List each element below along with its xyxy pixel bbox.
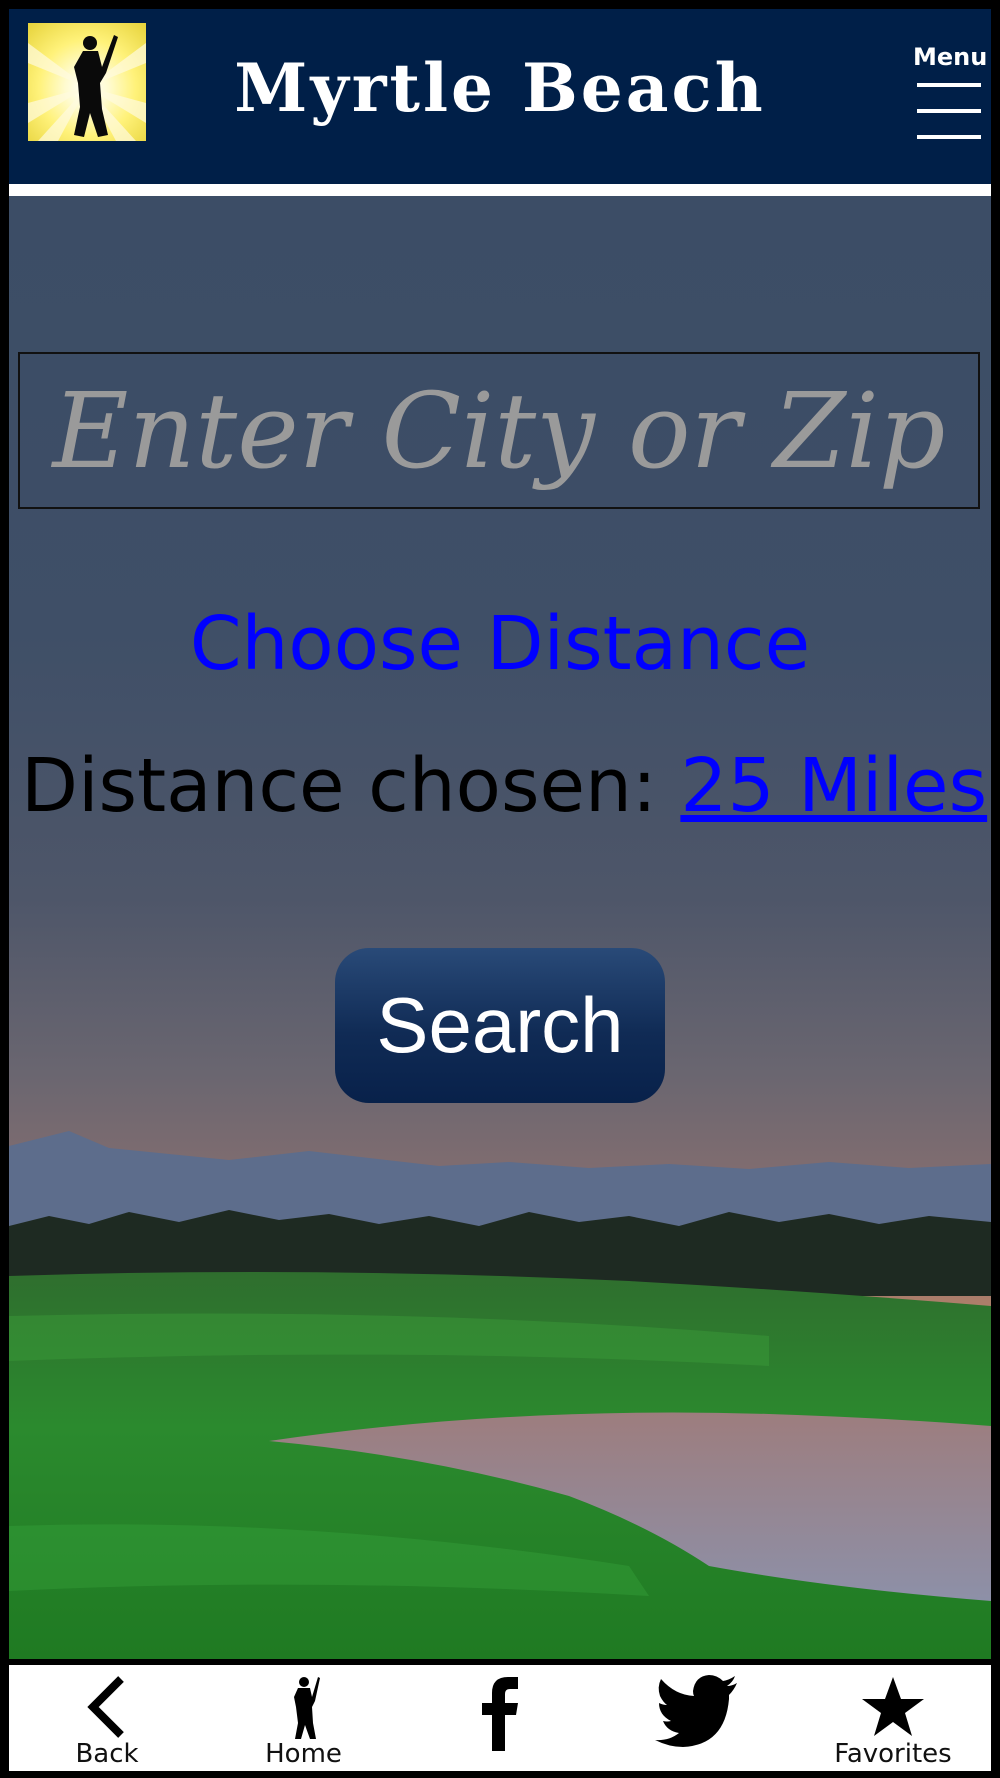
chevron-left-icon <box>87 1676 124 1738</box>
star-icon <box>862 1677 924 1736</box>
twitter-icon <box>654 1675 737 1747</box>
header-bar: Myrtle Beach Menu <box>9 9 991 184</box>
header-divider <box>9 184 991 196</box>
nav-back-label: Back <box>75 1739 139 1769</box>
menu-label: Menu <box>913 43 988 71</box>
app-frame: Myrtle Beach Menu Enter City or Zip Choo… <box>9 9 991 1771</box>
nav-facebook[interactable] <box>402 1665 598 1771</box>
choose-distance-link[interactable]: Choose Distance <box>9 601 991 687</box>
distance-chosen-label: Distance chosen: <box>21 743 681 829</box>
city-zip-input[interactable] <box>20 354 978 507</box>
nav-twitter[interactable] <box>599 1665 795 1771</box>
city-zip-search-field[interactable] <box>18 352 980 509</box>
hamburger-icon-bar <box>917 83 981 87</box>
distance-value-link[interactable]: 25 Miles <box>680 743 987 829</box>
nav-back[interactable]: Back <box>9 1665 205 1771</box>
bottom-nav-bar: Back Home Favorites <box>9 1665 991 1771</box>
nav-favorites[interactable]: Favorites <box>795 1665 991 1771</box>
search-button[interactable]: Search <box>335 948 665 1103</box>
facebook-icon <box>482 1677 518 1751</box>
nav-home[interactable]: Home <box>206 1665 402 1771</box>
nav-home-label: Home <box>265 1739 342 1769</box>
golfer-icon <box>293 1677 320 1739</box>
main-content: Choose Distance Distance chosen: 25 Mile… <box>9 196 991 1659</box>
distance-chosen-row: Distance chosen: 25 Miles <box>21 743 987 829</box>
hamburger-icon-bar <box>917 135 981 139</box>
menu-button[interactable]: Menu <box>913 43 988 153</box>
nav-favorites-label: Favorites <box>834 1739 952 1769</box>
hamburger-icon-bar <box>917 109 981 113</box>
page-title: Myrtle Beach <box>234 49 766 127</box>
